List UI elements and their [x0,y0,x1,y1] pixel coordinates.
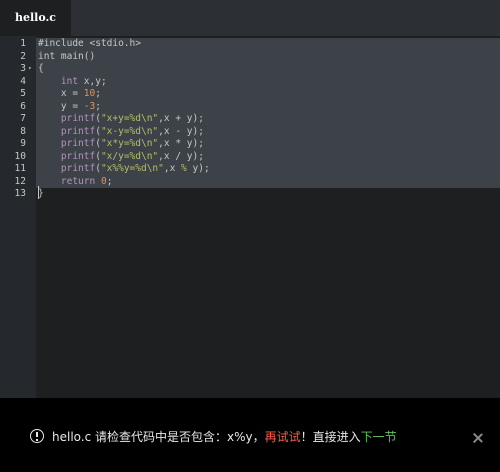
code-line: 2 int main() [0,51,500,64]
code-token: ,x + y); [158,113,204,124]
code-token: y); [186,163,210,174]
code-token: { [38,63,44,74]
line-number: 1 [20,38,26,49]
code-line: 3 ▾ { [0,63,500,76]
code-text: { [38,63,44,76]
line-number: 10 [14,150,26,162]
code-token: "x-y=%d\n" [100,125,159,137]
code-token: ,x [163,163,182,174]
code-token: ; [95,100,101,112]
code-token: x = [38,88,84,99]
code-token: printf [60,163,96,174]
code-text: #include <stdio.h> [38,38,141,51]
code-line: 6 y = -3; [0,101,500,114]
code-text: printf("x/y=%d\n",x / y); [38,151,204,164]
line-number: 11 [14,163,26,174]
line-number: 7 [20,113,26,124]
code-line: 9 printf("x*y=%d\n",x * y); [0,138,500,151]
code-token: ,x * y); [158,138,204,149]
code-text: int main() [38,51,95,64]
text-cursor [38,186,39,199]
line-number: 5 [20,88,26,99]
code-line: 4 int x,y; [0,76,500,89]
code-token: ; [106,175,113,187]
code-token: "x/y=%d\n" [100,150,159,162]
code-text: printf("x+y=%d\n",x + y); [38,113,204,126]
code-token: return [60,175,96,187]
code-token: y = [38,100,84,112]
code-token: int main() [38,50,96,62]
code-token: 10 [83,88,96,99]
line-number: 6 [20,100,26,112]
retry-link[interactable]: 再试试 [265,430,301,444]
code-line: 5 x = 10; [0,88,500,101]
code-editor[interactable]: 1 #include <stdio.h> 2 int main() 3 ▾ {4 int x… [0,36,500,398]
line-number: 12 [14,175,26,187]
line-number: 8 [20,125,26,137]
notification-prefix: hello.c 请检查代码中是否包含：x%y， [52,430,265,444]
notification-middle: ！直接进入 [300,430,361,444]
code-text: printf("x*y=%d\n",x * y); [38,138,204,151]
code-token: ,x / y); [158,150,204,162]
line-number: 9 [20,138,26,149]
line-number: 4 [20,75,26,87]
code-token: int [60,75,79,87]
code-text: x = 10; [38,88,101,101]
code-line: 1 #include <stdio.h> [0,38,500,51]
next-section-link[interactable]: 下一节 [361,430,397,444]
code-token: #include <stdio.h> [38,38,141,49]
code-line: 12 return 0; [0,176,500,189]
code-token: printf [60,113,96,124]
code-token: printf [60,125,96,137]
close-icon[interactable] [472,432,484,444]
code-token: printf [60,150,96,162]
line-number: 3 [20,63,26,74]
code-token: x,y; [78,75,107,87]
notification-bar: hello.c 请检查代码中是否包含：x%y，再试试！直接进入下一节 [0,398,500,472]
code-token: "x+y=%d\n" [100,113,159,124]
fold-arrow-icon[interactable]: ▾ [28,63,32,76]
code-token: ,x - y); [158,125,204,137]
code-text: printf("x-y=%d\n",x - y); [38,126,204,139]
code-line: 13} [0,188,500,201]
code-token: ; [95,88,101,99]
code-text: return 0; [38,175,113,189]
code-text: int x,y; [38,76,107,89]
notification-message: hello.c 请检查代码中是否包含：x%y，再试试！直接进入下一节 [52,428,397,446]
code-token: "x*y=%d\n" [100,138,159,149]
alert-circle-icon [30,429,44,443]
line-number: 2 [20,50,26,62]
code-line: 7 printf("x+y=%d\n",x + y); [0,113,500,126]
code-line: 10 printf("x/y=%d\n",x / y); [0,151,500,164]
tab-hello-c[interactable]: hello.c [0,0,71,36]
code-line: 8 printf("x-y=%d\n",x - y); [0,126,500,139]
code-token: -3 [83,100,96,112]
code-token: "x%%y=%d\n" [100,163,164,174]
tab-bar: hello.c [0,0,500,36]
code-text: y = -3; [38,101,101,114]
code-text: printf("x%%y=%d\n",x % y); [38,163,210,176]
code-line: 11 printf("x%%y=%d\n",x % y); [0,163,500,176]
code-token: printf [60,138,96,149]
line-number: 13 [14,188,26,199]
